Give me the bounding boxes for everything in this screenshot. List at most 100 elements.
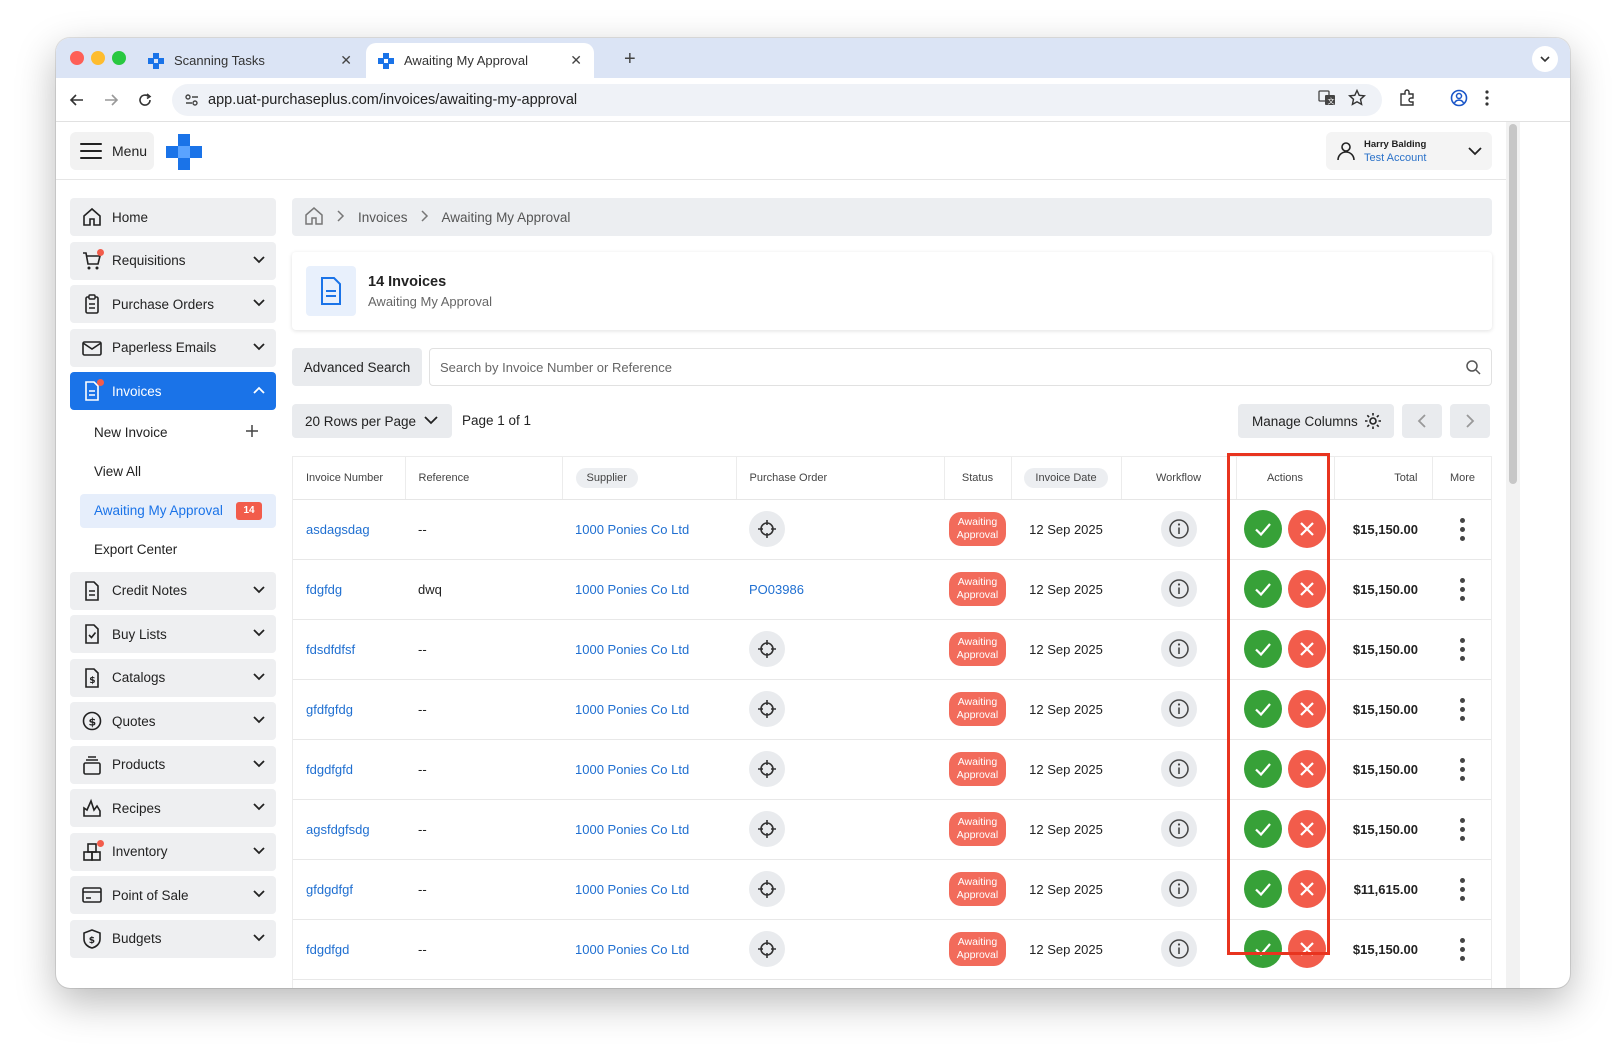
rows-per-page-select[interactable]: 20 Rows per Page (292, 404, 452, 438)
invoice-number-link[interactable]: fdgdfgfd (306, 762, 353, 777)
workflow-info-button[interactable] (1160, 931, 1197, 967)
browser-menu-icon[interactable] (1484, 89, 1490, 112)
column-header-reference[interactable]: Reference (405, 457, 563, 500)
sidebar-item-requisitions[interactable]: Requisitions (70, 241, 276, 280)
approve-button[interactable] (1244, 750, 1282, 788)
table-row[interactable]: agsfdgfsdg -- 1000 Ponies Co Ltd Awaitin… (293, 799, 1491, 860)
table-row[interactable]: fdgdfgfd -- 1000 Ponies Co Ltd Awaiting A… (293, 739, 1491, 800)
supplier-link[interactable]: 1000 Ponies Co Ltd (575, 702, 689, 717)
workflow-info-button[interactable] (1160, 871, 1197, 907)
sidebar-subitem-export-center[interactable]: Export Center (70, 533, 276, 567)
sidebar-item-budgets[interactable]: $ Budgets (70, 919, 276, 958)
sidebar-item-inventory[interactable]: Inventory (70, 832, 276, 871)
home-icon[interactable] (304, 206, 324, 229)
table-row[interactable]: fdgfdg dwq 1000 Ponies Co Ltd PO03986 Aw… (293, 559, 1491, 620)
menu-button[interactable]: Menu (70, 132, 154, 170)
minimize-window-button[interactable] (91, 51, 105, 65)
sidebar-item-purchase-orders[interactable]: Purchase Orders (70, 285, 276, 323)
extensions-icon[interactable] (1398, 89, 1416, 112)
column-header-invoice-number[interactable]: Invoice Number (293, 457, 406, 500)
reject-button[interactable] (1288, 870, 1326, 908)
search-icon[interactable] (1465, 359, 1481, 375)
sidebar-item-catalogs[interactable]: $ Catalogs (70, 658, 276, 697)
advanced-search-button[interactable]: Advanced Search (292, 348, 422, 386)
invoice-number-link[interactable]: asdagsdag (306, 522, 370, 537)
approve-button[interactable] (1244, 630, 1282, 668)
supplier-link[interactable]: 1000 Ponies Co Ltd (575, 582, 689, 597)
reject-button[interactable] (1288, 570, 1326, 608)
reload-button[interactable] (134, 89, 156, 111)
invoice-number-link[interactable]: fdgfdg (306, 582, 342, 597)
column-header-status[interactable]: Status (944, 457, 1012, 500)
table-row[interactable]: gfdgdfgf -- 1000 Ponies Co Ltd Awaiting A… (293, 859, 1491, 920)
supplier-link[interactable]: 1000 Ponies Co Ltd (575, 642, 689, 657)
supplier-link[interactable]: 1000 Ponies Co Ltd (575, 822, 689, 837)
column-header-invoice-date[interactable]: Invoice Date (1011, 457, 1122, 500)
search-input[interactable]: Search by Invoice Number or Reference (429, 348, 1492, 386)
link-purchase-order-button[interactable] (749, 751, 785, 787)
workflow-info-button[interactable] (1160, 751, 1197, 787)
sidebar-subitem-new-invoice[interactable]: New Invoice (70, 416, 276, 450)
purchaseplus-logo[interactable] (166, 134, 202, 175)
invoice-number-link[interactable]: gfdfgfdg (306, 702, 353, 717)
workflow-info-button[interactable] (1160, 511, 1197, 547)
sidebar-item-products[interactable]: Products (70, 745, 276, 784)
more-options-icon[interactable] (1460, 517, 1465, 541)
manage-columns-button[interactable]: Manage Columns (1238, 404, 1394, 438)
address-bar[interactable]: app.uat-purchaseplus.com/invoices/awaiti… (172, 84, 1382, 116)
more-options-icon[interactable] (1460, 757, 1465, 781)
sidebar-subitem-view-all[interactable]: View All (70, 455, 276, 489)
approve-button[interactable] (1244, 510, 1282, 548)
forward-button[interactable] (100, 89, 122, 111)
supplier-link[interactable]: 1000 Ponies Co Ltd (575, 942, 689, 957)
invoice-number-link[interactable]: fdgdfgd (306, 942, 349, 957)
invoice-number-link[interactable]: fdsdfdfsf (306, 642, 355, 657)
more-options-icon[interactable] (1460, 817, 1465, 841)
workflow-info-button[interactable] (1160, 811, 1197, 847)
sidebar-item-credit-notes[interactable]: Credit Notes (70, 571, 276, 610)
sidebar-item-quotes[interactable]: $ Quotes (70, 702, 276, 740)
close-tab-icon[interactable]: ✕ (340, 52, 352, 69)
invoice-number-link[interactable]: gfdgdfgf (306, 882, 353, 897)
translate-icon[interactable]: 文 (1318, 89, 1336, 112)
sidebar-item-paperless-emails[interactable]: Paperless Emails (70, 328, 276, 367)
bookmark-star-icon[interactable] (1347, 88, 1367, 112)
more-options-icon[interactable] (1460, 937, 1465, 961)
workflow-info-button[interactable] (1160, 691, 1197, 727)
approve-button[interactable] (1244, 690, 1282, 728)
reject-button[interactable] (1288, 630, 1326, 668)
reject-button[interactable] (1288, 690, 1326, 728)
approve-button[interactable] (1244, 810, 1282, 848)
new-tab-button[interactable]: + (624, 48, 636, 71)
link-purchase-order-button[interactable] (749, 811, 785, 847)
breadcrumb-invoices[interactable]: Invoices (358, 210, 408, 225)
profile-icon[interactable] (1450, 89, 1468, 112)
tab-search-button[interactable] (1532, 46, 1558, 72)
sidebar-item-point-of-sale[interactable]: Point of Sale (70, 876, 276, 914)
sidebar-subitem-awaiting-my-approval[interactable]: Awaiting My Approval 14 (80, 493, 276, 528)
sidebar-item-invoices[interactable]: Invoices (70, 372, 276, 410)
link-purchase-order-button[interactable] (749, 931, 785, 967)
page-scrollbar-thumb[interactable] (1509, 124, 1517, 484)
column-header-more[interactable]: More (1432, 457, 1491, 500)
column-header-workflow[interactable]: Workflow (1121, 457, 1237, 500)
zoom-window-button[interactable] (112, 51, 126, 65)
table-row[interactable]: asdagsdag -- 1000 Ponies Co Ltd Awaiting… (293, 499, 1491, 560)
purchase-order-link[interactable]: PO03986 (749, 582, 804, 597)
supplier-link[interactable]: 1000 Ponies Co Ltd (575, 882, 689, 897)
table-row[interactable]: fdgdfgd -- 1000 Ponies Co Ltd Awaiting Ap… (293, 919, 1491, 980)
supplier-link[interactable]: 1000 Ponies Co Ltd (575, 762, 689, 777)
more-options-icon[interactable] (1460, 697, 1465, 721)
approve-button[interactable] (1244, 930, 1282, 968)
previous-page-button[interactable] (1402, 404, 1442, 438)
supplier-link[interactable]: 1000 Ponies Co Ltd (575, 522, 689, 537)
link-purchase-order-button[interactable] (749, 691, 785, 727)
tab-scanning-tasks[interactable]: Scanning Tasks ✕ (136, 43, 364, 78)
column-header-supplier[interactable]: Supplier (562, 457, 737, 500)
link-purchase-order-button[interactable] (749, 631, 785, 667)
site-settings-icon[interactable] (184, 92, 200, 112)
workflow-info-button[interactable] (1160, 631, 1197, 667)
more-options-icon[interactable] (1460, 577, 1465, 601)
plus-icon[interactable] (244, 423, 260, 439)
reject-button[interactable] (1288, 810, 1326, 848)
